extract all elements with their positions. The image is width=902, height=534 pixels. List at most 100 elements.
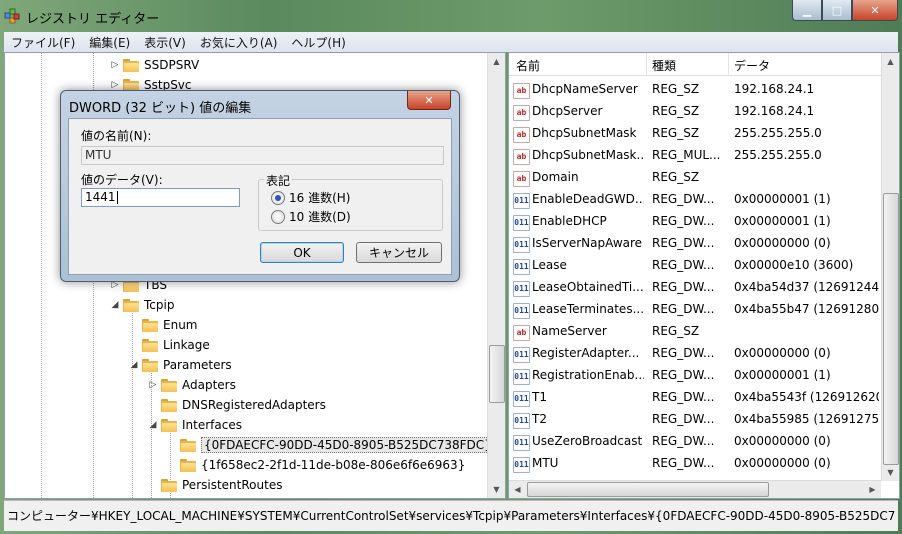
value-row[interactable]: 011 Lease REG_DW... 0x00000e10 (3600): [509, 255, 881, 277]
value-row[interactable]: 011 T2 REG_DW... 0x4ba55985 (126912755: [509, 409, 881, 431]
radio-dec[interactable]: [271, 210, 285, 224]
dialog-close-button[interactable]: ✕: [407, 91, 451, 110]
menu-edit[interactable]: 編集(E): [82, 34, 137, 51]
status-bar: コンピューター¥HKEY_LOCAL_MACHINE¥SYSTEM¥Curren…: [4, 500, 898, 531]
value-row[interactable]: ab DhcpSubnetMask... REG_MUL... 255.255.255…: [509, 145, 881, 167]
window-title: レジストリ エディター: [26, 12, 160, 27]
value-row[interactable]: 011 RegisterAdapter... REG_DW... 0x00000000…: [509, 343, 881, 365]
registry-editor-icon: [4, 8, 20, 24]
tree-item-parameters[interactable]: ◢ Parameters: [128, 355, 232, 375]
value-name: DhcpSubnetMask: [532, 126, 637, 140]
value-name: RegistrationEnab...: [532, 368, 644, 382]
tree-item-linkage[interactable]: Linkage: [128, 335, 210, 355]
column-header-name[interactable]: 名前: [516, 57, 540, 74]
value-row[interactable]: 011 LeaseObtainedTi... REG_DW... 0x4ba54d37…: [509, 277, 881, 299]
expand-arrow-icon[interactable]: ▷: [109, 59, 121, 71]
scrollbar-thumb[interactable]: [883, 193, 899, 465]
cancel-button[interactable]: キャンセル: [356, 242, 442, 263]
value-row[interactable]: 011 EnableDHCP REG_DW... 0x00000001 (1): [509, 211, 881, 233]
folder-icon: [161, 378, 177, 392]
value-row[interactable]: 011 LeaseTerminates... REG_DW... 0x4ba55b47…: [509, 299, 881, 321]
value-row[interactable]: ab Domain REG_SZ: [509, 167, 881, 189]
list-horizontal-scrollbar[interactable]: ◀ ▶: [509, 480, 881, 498]
scroll-down-icon[interactable]: ▼: [882, 464, 899, 481]
close-icon: ✕: [424, 93, 434, 107]
tree-item-label: Tcpip: [144, 298, 175, 312]
values-list-pane[interactable]: 名前 種類 データ ab DhcpNameServer REG_SZ 192.168.…: [508, 52, 900, 499]
tree-item-adapters[interactable]: ▷ Adapters: [147, 375, 236, 395]
value-data: 0x00000000 (0): [734, 434, 831, 448]
scrollbar-thumb[interactable]: [489, 345, 505, 403]
menu-view[interactable]: 表示(V): [137, 34, 193, 51]
scroll-right-icon[interactable]: ▶: [864, 481, 881, 498]
radio-hex[interactable]: [271, 191, 285, 205]
value-row[interactable]: 011 MTU REG_DW... 0x00000000 (0): [509, 453, 881, 475]
menu-file[interactable]: ファイル(F): [4, 34, 82, 51]
value-type: REG_DW...: [652, 280, 715, 294]
menu-help[interactable]: ヘルプ(H): [284, 34, 352, 51]
scroll-up-icon[interactable]: ▲: [488, 53, 505, 70]
list-vertical-scrollbar[interactable]: ▲ ▼: [881, 53, 899, 481]
value-row[interactable]: 011 RegistrationEnab... REG_DW... 0x0000000…: [509, 365, 881, 387]
scroll-up-icon[interactable]: ▲: [882, 53, 899, 70]
tree-item-ssdpsrv[interactable]: ▷ SSDPSRV: [109, 55, 200, 75]
edit-dword-dialog: DWORD (32 ビット) 値の編集 ✕ 値の名前(N): MTU 値のデータ…: [60, 90, 460, 282]
value-type: REG_SZ: [652, 170, 700, 184]
tree-item-enum[interactable]: Enum: [128, 315, 197, 335]
menu-favorites[interactable]: お気に入り(A): [193, 34, 285, 51]
collapse-arrow-icon[interactable]: ◢: [147, 419, 159, 431]
minimize-button[interactable]: ▁: [792, 0, 822, 21]
scrollbar-thumb[interactable]: [527, 482, 769, 497]
value-row[interactable]: 011 T1 REG_DW... 0x4ba5543f (1269126207: [509, 387, 881, 409]
expand-arrow-icon[interactable]: ▷: [147, 379, 159, 391]
tree-item-dnsregisteredadapters[interactable]: DNSRegisteredAdapters: [147, 395, 326, 415]
value-type: REG_MUL...: [652, 148, 721, 162]
expander-placeholder: [147, 479, 159, 491]
value-name-field: MTU: [81, 146, 444, 165]
tree-item-interfaces[interactable]: ◢ Interfaces: [147, 415, 242, 435]
value-name-label: 値の名前(N):: [81, 129, 152, 143]
value-name: NameServer: [532, 324, 607, 338]
scroll-left-icon[interactable]: ◀: [509, 481, 526, 498]
close-button[interactable]: ✕: [852, 0, 898, 21]
maximize-button[interactable]: □: [822, 0, 852, 21]
value-row[interactable]: ab NameServer REG_SZ: [509, 321, 881, 343]
value-data: 0x4ba54d37 (126912440: [734, 280, 879, 294]
column-header-type[interactable]: 種類: [652, 57, 676, 74]
scroll-down-icon[interactable]: ▼: [488, 481, 505, 498]
binary-value-icon: 011: [513, 391, 530, 407]
column-divider[interactable]: [646, 53, 647, 75]
folder-open-icon: [142, 358, 158, 372]
column-header-data[interactable]: データ: [734, 57, 770, 74]
folder-open-icon: [161, 418, 177, 432]
value-row[interactable]: 011 UseZeroBroadcast REG_DW... 0x00000000 (…: [509, 431, 881, 453]
tree-vertical-scrollbar[interactable]: ▲ ▼: [487, 53, 505, 498]
radio-dec-label[interactable]: 10 進数(D): [289, 208, 351, 225]
collapse-arrow-icon[interactable]: ◢: [128, 359, 140, 371]
binary-value-icon: 011: [513, 281, 530, 297]
expander-placeholder: [128, 319, 140, 331]
value-row[interactable]: ab DhcpNameServer REG_SZ 192.168.24.1: [509, 79, 881, 101]
value-data-input[interactable]: 1441: [81, 188, 240, 207]
collapse-arrow-icon[interactable]: ◢: [109, 299, 121, 311]
tree-item-interface-1f658ec2[interactable]: {1f658ec2-2f1d-11de-b08e-806e6f6e6963}: [166, 455, 465, 475]
value-data: 0x00000001 (1): [734, 192, 831, 206]
value-data: 0x00000000 (0): [734, 236, 831, 250]
value-name: EnableDHCP: [532, 214, 607, 228]
tree-item-tcpip[interactable]: ◢ Tcpip: [109, 295, 175, 315]
value-row[interactable]: ab DhcpSubnetMask REG_SZ 255.255.255.0: [509, 123, 881, 145]
string-value-icon: ab: [513, 149, 530, 165]
tree-item-persistentroutes[interactable]: PersistentRoutes: [147, 475, 282, 495]
value-name: DhcpNameServer: [532, 82, 638, 96]
value-row[interactable]: 011 IsServerNapAware REG_DW... 0x00000000 (…: [509, 233, 881, 255]
value-data: 255.255.255.0: [734, 126, 822, 140]
value-name: UseZeroBroadcast: [532, 434, 643, 448]
tree-item-interface-0fdaecfc[interactable]: {0FDAECFC-90DD-45D0-8905-B525DC738FDC}: [166, 435, 495, 455]
column-divider[interactable]: [728, 53, 729, 75]
ok-button[interactable]: OK: [260, 242, 344, 263]
value-row[interactable]: 011 EnableDeadGWD... REG_DW... 0x00000001 (…: [509, 189, 881, 211]
radio-hex-label[interactable]: 16 進数(H): [289, 189, 350, 206]
value-row[interactable]: ab DhcpServer REG_SZ 192.168.24.1: [509, 101, 881, 123]
value-type: REG_DW...: [652, 368, 715, 382]
string-value-icon: ab: [513, 325, 530, 341]
